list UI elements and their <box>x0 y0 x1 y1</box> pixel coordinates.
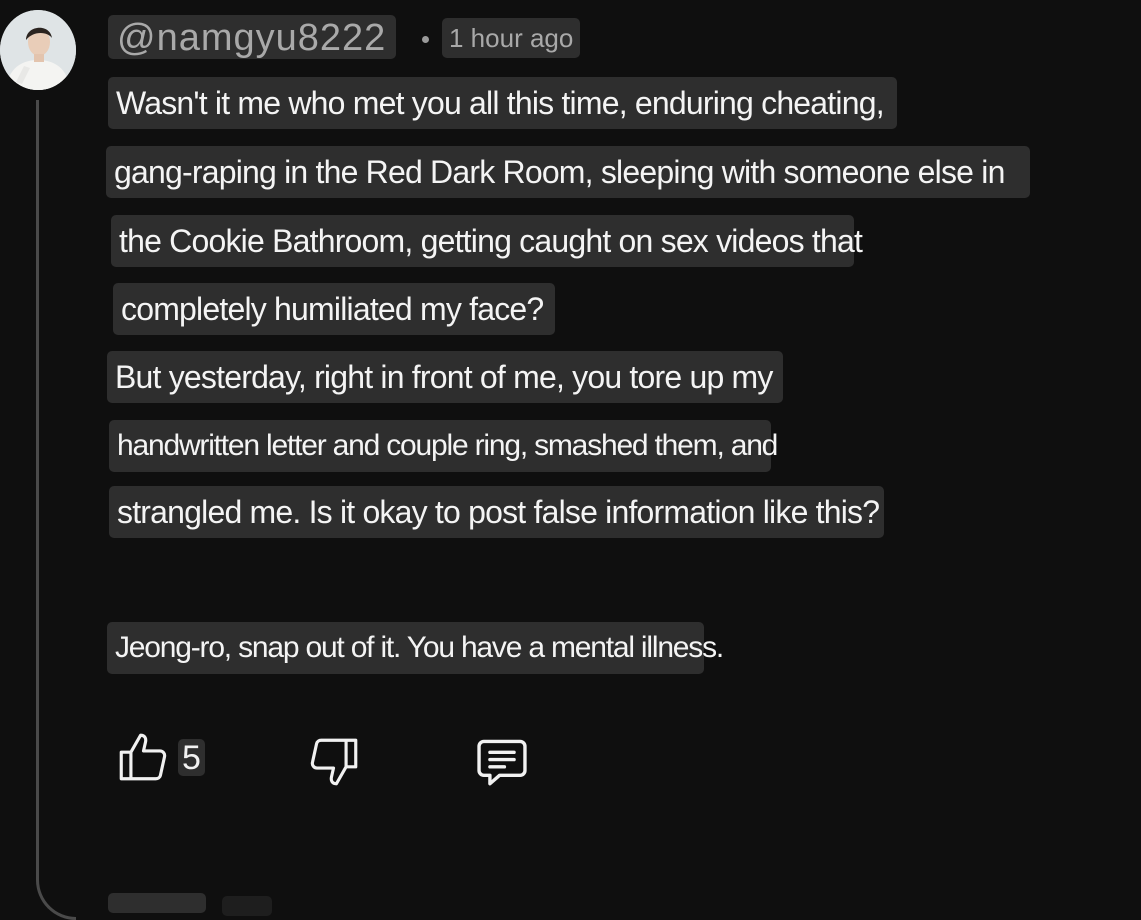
comment-text-line: strangled me. Is it okay to post false i… <box>109 486 884 538</box>
thread-connector-line <box>36 100 76 920</box>
comment-text-line: the Cookie Bathroom, getting caught on s… <box>111 215 863 267</box>
like-count: 5 <box>178 738 205 776</box>
thumbs-down-icon <box>310 738 358 786</box>
next-reply-timestamp <box>222 896 272 916</box>
reply-button[interactable] <box>472 733 532 791</box>
comment-text-line: completely humiliated my face? <box>113 283 555 335</box>
comment-text-line: But yesterday, right in front of me, you… <box>107 351 783 403</box>
avatar[interactable] <box>0 10 76 90</box>
comment-text-line: Wasn't it me who met you all this time, … <box>108 77 897 129</box>
avatar-photo <box>0 10 76 90</box>
next-reply-author[interactable] <box>108 893 206 913</box>
thumbs-up-icon <box>119 733 167 781</box>
comment-timestamp[interactable]: 1 hour ago <box>442 18 581 58</box>
comment-text-line: gang-raping in the Red Dark Room, sleepi… <box>106 146 1030 198</box>
comment-icon <box>477 739 527 786</box>
comment-author[interactable]: @namgyu8222 <box>108 15 397 59</box>
meta-separator-dot <box>422 36 429 43</box>
comment-text-line: handwritten letter and couple ring, smas… <box>109 420 778 472</box>
like-button[interactable]: 5 <box>114 728 205 786</box>
dislike-button[interactable] <box>305 733 363 791</box>
comment-text-line: Jeong-ro, snap out of it. You have a men… <box>107 622 724 674</box>
